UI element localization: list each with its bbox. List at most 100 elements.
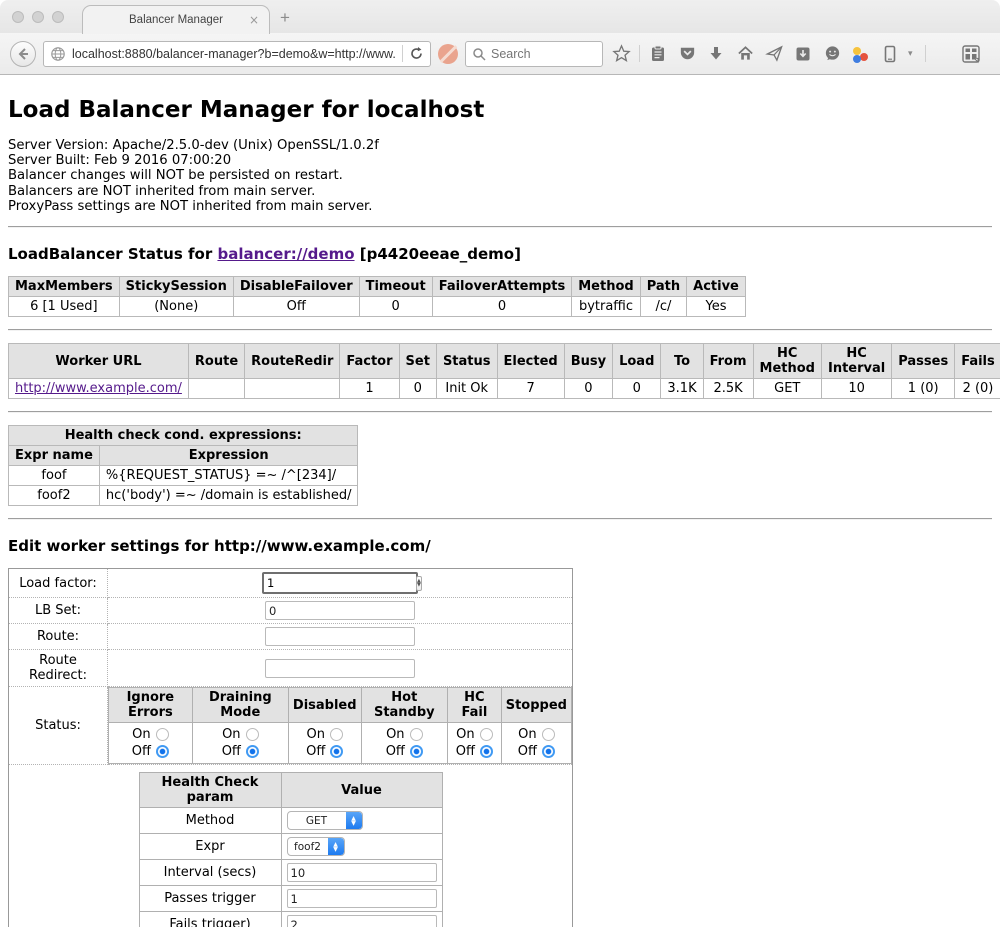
status-draining-mode-cell: On Off (192, 723, 288, 764)
toolbar-divider (639, 45, 640, 62)
route-redirect-input[interactable] (265, 659, 415, 678)
table-header-row: Expr name Expression (9, 446, 358, 466)
status-disabled-cell: On Off (288, 723, 361, 764)
search-icon (472, 47, 486, 61)
status-stopped-cell: On Off (501, 723, 571, 764)
window-zoom-button[interactable] (52, 11, 64, 23)
url-bar[interactable]: localhost:8880/balancer-manager?b=demo&w… (43, 41, 431, 67)
back-arrow-icon (16, 47, 30, 61)
expr-row-foof: foof %{REQUEST_STATUS} =~ /^[234]/ (9, 466, 358, 486)
globe-icon (50, 46, 66, 62)
tab-groups-icon[interactable] (960, 42, 982, 66)
hc-fails-row: Fails trigger) (139, 912, 442, 927)
worker-row: http://www.example.com/ 1 0 Init Ok 7 0 … (9, 379, 1000, 399)
radio-hot-standby-on[interactable] (410, 728, 423, 741)
status-options-table: Ignore Errors Draining Mode Disabled Hot… (108, 687, 572, 764)
downloads-icon[interactable] (705, 42, 727, 66)
home-icon[interactable] (734, 42, 756, 66)
radio-stopped-on[interactable] (542, 728, 555, 741)
health-check-expressions-table: Health check cond. expressions: Expr nam… (8, 425, 358, 506)
table-row: 6 [1 Used] (None) Off 0 0 bytraffic /c/ … (9, 297, 746, 317)
search-input[interactable] (491, 47, 591, 61)
hc-method-select[interactable]: GET ▲▼ (287, 811, 363, 830)
navigation-toolbar: localhost:8880/balancer-manager?b=demo&w… (0, 33, 1000, 75)
status-label: Status: (9, 687, 108, 765)
divider (8, 411, 992, 413)
window-close-button[interactable] (12, 11, 24, 23)
window-minimize-button[interactable] (32, 11, 44, 23)
browser-window: Balancer Manager × + localhost:8880/bala… (0, 0, 1000, 927)
radio-stopped-off[interactable] (542, 745, 555, 758)
lb-set-row: LB Set: (9, 598, 573, 624)
status-ignore-errors-cell: On Off (109, 723, 193, 764)
health-check-params-table: Health Check param Value Method GET ▲▼ (139, 772, 443, 927)
bookmarks-menu-icon[interactable] (647, 42, 669, 66)
table-header-row: Worker URL Route RouteRedir Factor Set S… (9, 344, 1000, 379)
balancer-demo-link[interactable]: balancer://demo (217, 245, 354, 263)
hc-expr-select[interactable]: foof2 ▲▼ (287, 837, 345, 856)
radio-hc-fail-off[interactable] (480, 745, 493, 758)
page-content: Load Balancer Manager for localhost Serv… (0, 75, 1000, 927)
urlbar-divider (402, 45, 403, 62)
bookmark-star-icon[interactable] (610, 42, 632, 66)
persist-note-line: Balancer changes will NOT be persisted o… (8, 168, 992, 183)
hc-passes-row: Passes trigger (139, 886, 442, 912)
inherit-note-line: Balancers are NOT inherited from main se… (8, 184, 992, 199)
hc-interval-input[interactable] (287, 863, 437, 882)
adblock-icon[interactable] (438, 44, 458, 64)
hc-fails-input[interactable] (287, 915, 437, 927)
hc-method-row: Method GET ▲▼ (139, 808, 442, 834)
menu-hamburger-icon[interactable] (933, 42, 953, 66)
status-hc-fail-cell: On Off (448, 723, 502, 764)
lb-set-input[interactable] (265, 601, 415, 620)
select-arrows-icon: ▲▼ (346, 812, 362, 829)
load-factor-input[interactable] (264, 576, 416, 590)
tab-close-icon[interactable]: × (249, 13, 259, 27)
hc-interval-row: Interval (secs) (139, 860, 442, 886)
new-tab-button[interactable]: + (280, 8, 290, 28)
table-header-row: MaxMembers StickySession DisableFailover… (9, 277, 746, 297)
status-hot-standby-cell: On Off (361, 723, 448, 764)
tab-balancer-manager[interactable]: Balancer Manager × (82, 5, 270, 34)
radio-disabled-on[interactable] (330, 728, 343, 741)
expr-row-foof2: foof2 hc('body') =~ /domain is establish… (9, 486, 358, 506)
reload-icon[interactable] (409, 46, 424, 61)
search-box[interactable] (465, 41, 603, 67)
worker-url-link[interactable]: http://www.example.com/ (15, 381, 182, 396)
browser-titlebar: Balancer Manager × + (0, 0, 1000, 33)
pocket-icon[interactable] (676, 42, 698, 66)
health-check-params-row: Health Check param Value Method GET ▲▼ (9, 765, 573, 927)
toolbar-divider-2 (925, 45, 926, 62)
chat-smiley-icon[interactable] (821, 42, 843, 66)
hc-passes-input[interactable] (287, 889, 437, 908)
radio-hot-standby-off[interactable] (410, 745, 423, 758)
number-spinner-icon[interactable]: ▲▼ (416, 576, 422, 591)
extension-dots-icon[interactable] (850, 42, 872, 66)
url-text[interactable]: localhost:8880/balancer-manager?b=demo&w… (72, 47, 396, 61)
edit-worker-heading: Edit worker settings for http://www.exam… (8, 537, 992, 555)
device-sync-icon[interactable] (879, 42, 901, 66)
server-built-line: Server Built: Feb 9 2016 07:00:20 (8, 153, 992, 168)
load-factor-row: Load factor: ▲▼ (9, 569, 573, 598)
back-button[interactable] (10, 41, 36, 67)
status-row: Status: Ignore Errors Draining Mode Disa… (9, 687, 573, 765)
divider (8, 518, 992, 520)
route-redirect-label: Route Redirect: (9, 650, 108, 687)
radio-disabled-off[interactable] (330, 745, 343, 758)
proxypass-note-line: ProxyPass settings are NOT inherited fro… (8, 199, 992, 214)
chevron-down-icon[interactable]: ▾ (908, 49, 918, 59)
radio-draining-mode-off[interactable] (246, 745, 259, 758)
share-icon[interactable] (763, 42, 785, 66)
divider (8, 226, 992, 228)
radio-ignore-errors-off[interactable] (156, 745, 169, 758)
radio-hc-fail-on[interactable] (480, 728, 493, 741)
server-version-line: Server Version: Apache/2.5.0-dev (Unix) … (8, 138, 992, 153)
radio-ignore-errors-on[interactable] (156, 728, 169, 741)
load-factor-field[interactable]: ▲▼ (262, 572, 418, 594)
route-label: Route: (9, 624, 108, 650)
route-input[interactable] (265, 627, 415, 646)
hc-expr-row: Expr foof2 ▲▼ (139, 834, 442, 860)
worker-status-table: Worker URL Route RouteRedir Factor Set S… (8, 343, 1000, 399)
save-to-device-icon[interactable] (792, 42, 814, 66)
radio-draining-mode-on[interactable] (246, 728, 259, 741)
